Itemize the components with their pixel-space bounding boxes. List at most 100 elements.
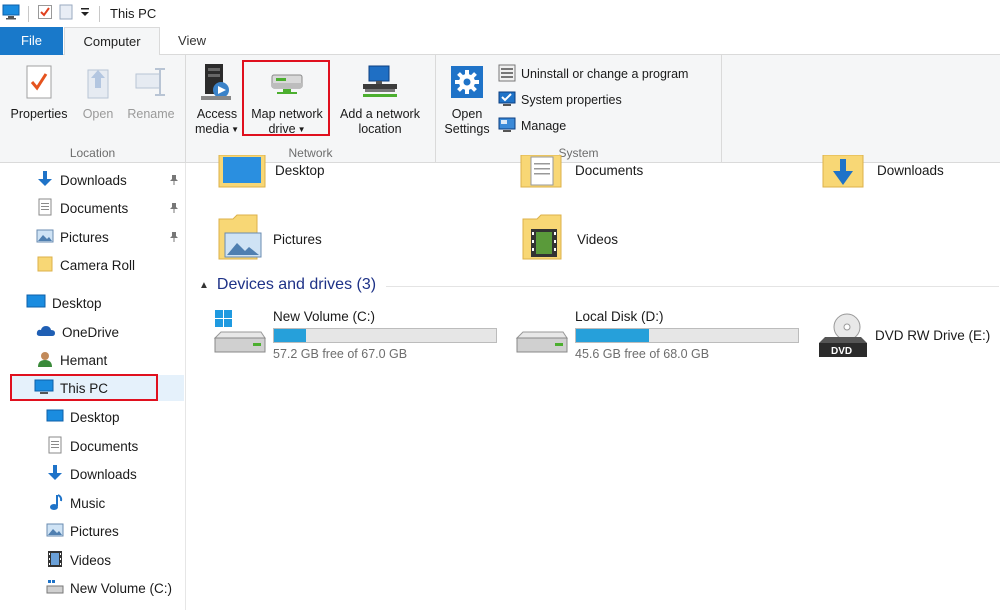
nav-item-label: Documents <box>60 200 129 216</box>
folder-label: Videos <box>577 232 619 247</box>
folder-label: Pictures <box>273 232 322 247</box>
pin-icon[interactable] <box>168 231 180 246</box>
properties-check-icon[interactable] <box>37 4 53 23</box>
nav-item-label: OneDrive <box>62 324 120 340</box>
tab-view[interactable]: View <box>162 27 222 55</box>
nav-item-label: Videos <box>70 552 112 568</box>
properties-button[interactable]: Properties <box>6 61 72 122</box>
download-arrow-icon <box>36 170 54 191</box>
music-note-icon <box>46 493 64 514</box>
open-button[interactable]: Open <box>78 61 118 122</box>
user-icon <box>36 350 54 371</box>
nav-item-desktop-root[interactable]: Desktop <box>26 291 184 315</box>
nav-item-pc-documents[interactable]: Documents <box>46 434 184 458</box>
open-settings-label-2: Settings <box>444 122 490 136</box>
gear-icon <box>447 61 487 103</box>
nav-item-label: Desktop <box>52 295 102 311</box>
nav-item-documents[interactable]: Documents <box>36 196 184 220</box>
nav-item-label: Documents <box>70 438 139 454</box>
customize-toolbar-icon[interactable] <box>79 5 91 22</box>
drive-name: New Volume (C:) <box>273 309 376 324</box>
ribbon: Properties Open Rename Location Access m… <box>0 55 1000 163</box>
folder-tile-pictures[interactable]: Pictures <box>217 213 322 266</box>
network-location-icon <box>360 61 400 103</box>
nav-item-pc-videos[interactable]: Videos <box>46 548 184 572</box>
nav-item-label: Downloads <box>60 172 127 188</box>
uninstall-program-button[interactable]: Uninstall or change a program <box>498 64 688 84</box>
windows-drive-icon <box>211 308 267 359</box>
system-group: Open Settings Uninstall or change a prog… <box>436 55 722 163</box>
manage-label: Manage <box>521 119 567 133</box>
new-folder-icon[interactable] <box>59 4 73 23</box>
system-properties-label: System properties <box>521 93 622 107</box>
tab-file[interactable]: File <box>0 27 63 55</box>
rename-icon <box>131 61 171 103</box>
ribbon-tabs: File Computer View <box>0 27 1000 56</box>
nav-item-user[interactable]: Hemant <box>36 348 184 372</box>
nav-item-label: Camera Roll <box>60 257 136 273</box>
rename-label: Rename <box>127 107 175 121</box>
drive-usage-fill <box>274 329 307 342</box>
nav-item-pc-new-volume[interactable]: New Volume (C:) <box>46 576 184 600</box>
network-group: Access media ▼ Map network drive ▼ Add a… <box>186 55 436 163</box>
title-bar: This PC <box>0 0 1000 27</box>
uninstall-program-label: Uninstall or change a program <box>521 67 689 81</box>
drive-name: Local Disk (D:) <box>575 309 664 324</box>
collapse-caret-icon[interactable]: ▲ <box>199 280 209 291</box>
drive-free-space: 45.6 GB free of 68.0 GB <box>575 347 710 361</box>
document-icon <box>46 436 64 457</box>
picture-icon <box>36 227 54 248</box>
folder-tile-downloads[interactable]: Downloads <box>821 154 944 196</box>
quick-access-toolbar <box>0 4 102 23</box>
rename-button[interactable]: Rename <box>124 61 178 122</box>
system-properties-button[interactable]: System properties <box>498 90 622 110</box>
drive-usage-bar <box>273 328 497 343</box>
nav-item-pc-music[interactable]: Music <box>46 491 184 515</box>
open-settings-label-1: Open <box>451 107 483 121</box>
nav-item-camera-roll[interactable]: Camera Roll <box>36 253 184 277</box>
folder-label: Downloads <box>877 163 944 178</box>
add-network-location-label-2: location <box>358 122 402 136</box>
drive-c[interactable]: New Volume (C:) 57.2 GB free of 67.0 GB <box>211 308 497 361</box>
nav-item-pc-downloads[interactable]: Downloads <box>46 462 184 486</box>
drive-usage-fill <box>576 329 650 342</box>
nav-item-pc-pictures[interactable]: Pictures <box>46 519 184 543</box>
section-divider <box>386 285 999 287</box>
nav-item-pictures[interactable]: Pictures <box>36 225 184 249</box>
folder-tile-desktop[interactable]: Desktop <box>215 154 325 196</box>
folder-tile-videos[interactable]: Videos <box>521 213 618 266</box>
computer-management-icon <box>498 116 516 137</box>
videos-folder-icon <box>521 213 573 266</box>
access-media-label-1: Access <box>196 107 238 121</box>
nav-item-label: Pictures <box>60 229 109 245</box>
pin-icon[interactable] <box>168 174 180 189</box>
dropdown-arrow-icon: ▼ <box>231 125 239 134</box>
drive-free-space: 57.2 GB free of 67.0 GB <box>273 347 408 361</box>
nav-item-label: Hemant <box>60 352 108 368</box>
nav-item-onedrive[interactable]: OneDrive <box>36 320 184 344</box>
drive-d[interactable]: Local Disk (D:) 45.6 GB free of 68.0 GB <box>513 308 799 361</box>
nav-item-pc-desktop[interactable]: Desktop <box>46 405 184 429</box>
programs-icon <box>498 64 516 85</box>
content-pane: Desktop Documents Downloads Pictures Vid… <box>187 154 1000 610</box>
open-settings-button[interactable]: Open Settings <box>440 61 494 137</box>
computer-icon <box>2 4 20 23</box>
media-server-icon <box>197 61 237 103</box>
devices-section-header[interactable]: ▲ Devices and drives (3) <box>199 276 999 294</box>
drive-e[interactable]: DVD DVD RW Drive (E:) <box>817 313 990 362</box>
pin-icon[interactable] <box>168 202 180 217</box>
window-title: This PC <box>110 6 157 21</box>
drive-icon <box>46 578 64 599</box>
nav-item-downloads[interactable]: Downloads <box>36 168 184 192</box>
access-media-label-line2: media ▼ <box>195 122 239 137</box>
access-media-button[interactable]: Access media ▼ <box>192 61 242 137</box>
desktop-folder-icon <box>215 154 271 196</box>
add-network-location-button[interactable]: Add a network location <box>332 61 428 137</box>
navigation-pane: Downloads Documents Pictures Camera Roll… <box>0 163 186 610</box>
desktop-icon <box>46 409 64 426</box>
add-network-location-label-1: Add a network <box>340 107 420 121</box>
tab-computer[interactable]: Computer <box>64 27 160 56</box>
highlight-annotation <box>10 374 158 401</box>
folder-tile-documents[interactable]: Documents <box>519 154 643 196</box>
manage-button[interactable]: Manage <box>498 116 566 136</box>
